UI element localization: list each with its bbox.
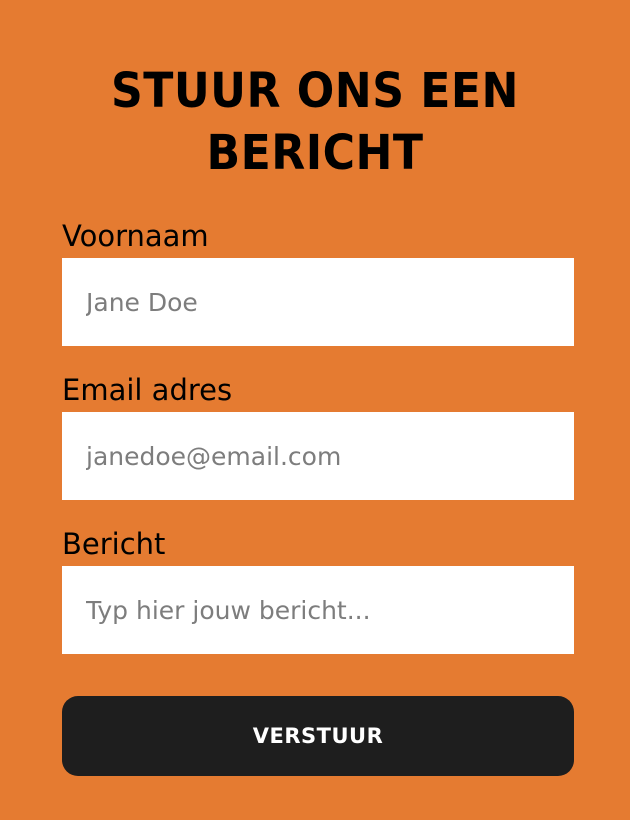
contact-form-title-line-1: STUUR ONS EEN	[111, 63, 519, 119]
message-input[interactable]	[62, 566, 574, 654]
first-name-label: Voornaam	[62, 219, 209, 253]
email-label: Email adres	[62, 373, 233, 407]
first-name-input[interactable]	[62, 258, 574, 346]
message-label: Bericht	[62, 527, 166, 561]
email-input[interactable]	[62, 412, 574, 500]
submit-button[interactable]: VERSTUUR	[62, 696, 574, 776]
contact-form-title-line-2: BERICHT	[206, 125, 424, 181]
contact-form-title: STUUR ONS EEN BERICHT	[25, 60, 605, 184]
contact-form-page: STUUR ONS EEN BERICHT Voornaam Email adr…	[0, 0, 630, 820]
